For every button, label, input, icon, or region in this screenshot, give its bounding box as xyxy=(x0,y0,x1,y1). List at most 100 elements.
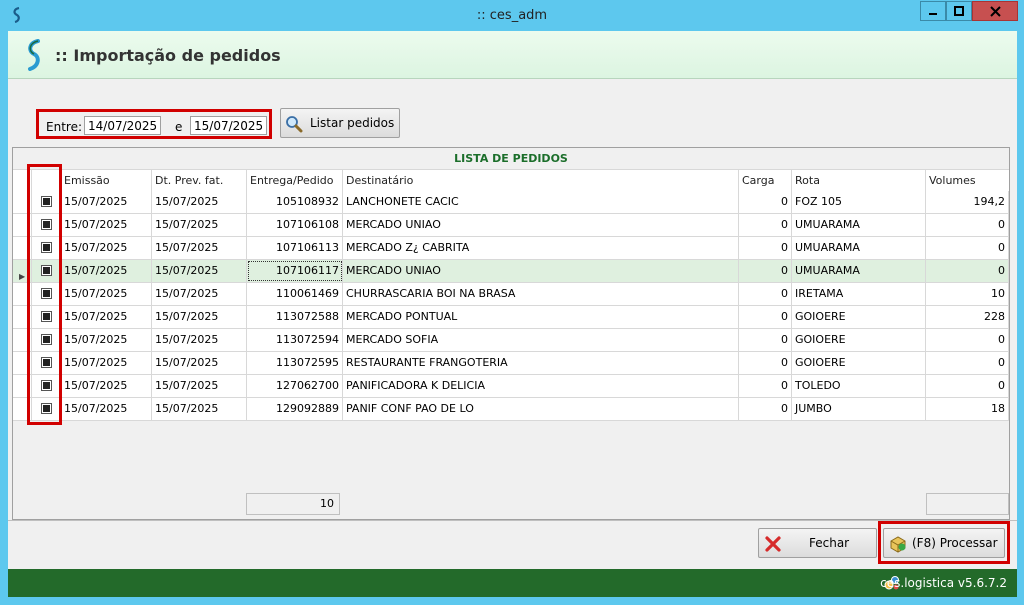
orders-grid: LISTA DE PEDIDOS Emissão Dt. Prev. fat. … xyxy=(12,147,1010,520)
cell-prev-fat: 15/07/2025 xyxy=(152,214,247,236)
maximize-icon xyxy=(954,6,964,16)
maximize-button[interactable] xyxy=(946,1,972,21)
cell-volumes: 0 xyxy=(926,375,1009,397)
cell-emissao: 15/07/2025 xyxy=(61,398,152,420)
process-button-highlight xyxy=(878,521,1010,564)
table-row[interactable]: 15/07/2025 15/07/2025 105108932 LANCHONETE … xyxy=(13,191,1009,214)
page-title: :: Importação de pedidos xyxy=(55,46,281,65)
cell-prev-fat: 15/07/2025 xyxy=(152,375,247,397)
cell-prev-fat: 15/07/2025 xyxy=(152,329,247,351)
cell-prev-fat: 15/07/2025 xyxy=(152,191,247,213)
cell-emissao: 15/07/2025 xyxy=(61,260,152,282)
cell-emissao: 15/07/2025 xyxy=(61,329,152,351)
header-emissao[interactable]: Emissão xyxy=(61,170,152,191)
cell-destinatario: LANCHONETE CACIC xyxy=(343,191,739,213)
cell-prev-fat: 15/07/2025 xyxy=(152,352,247,374)
version-label: ces.logistica v5.6.7.2 xyxy=(880,576,1007,590)
cell-carga: 0 xyxy=(739,191,792,213)
status-bar: ces.logistica v5.6.7.2 xyxy=(8,569,1017,597)
cell-rota: IRETAMA xyxy=(792,283,926,305)
cell-carga: 0 xyxy=(739,260,792,282)
red-x-icon xyxy=(765,536,781,552)
cell-volumes: 194,2 xyxy=(926,191,1009,213)
cell-carga: 0 xyxy=(739,306,792,328)
cell-emissao: 15/07/2025 xyxy=(61,283,152,305)
table-row[interactable]: 15/07/2025 15/07/2025 129092889 PANIF CONF … xyxy=(13,398,1009,421)
cell-prev-fat: 15/07/2025 xyxy=(152,260,247,282)
cell-pedido: 107106108 xyxy=(247,214,343,236)
cell-pedido: 107106113 xyxy=(247,237,343,259)
grid-title: LISTA DE PEDIDOS xyxy=(454,152,568,165)
cell-destinatario: MERCADO SOFIA xyxy=(343,329,739,351)
table-row[interactable]: 15/07/2025 15/07/2025 113072595 RESTAURANTE… xyxy=(13,352,1009,375)
date-from-label: Entre: xyxy=(46,120,82,134)
cell-rota: GOIOERE xyxy=(792,306,926,328)
cell-volumes: 0 xyxy=(926,352,1009,374)
cell-pedido: 113072594 xyxy=(247,329,343,351)
cell-rota: UMUARAMA xyxy=(792,260,926,282)
header-destinatario[interactable]: Destinatário xyxy=(343,170,739,191)
cell-pedido: 113072595 xyxy=(247,352,343,374)
table-row[interactable]: 15/07/2025 15/07/2025 127062700 PANIFICADOR… xyxy=(13,375,1009,398)
table-row[interactable]: 15/07/2025 15/07/2025 113072594 MERCADO SOF… xyxy=(13,329,1009,352)
minimize-button[interactable] xyxy=(920,1,946,21)
close-form-button[interactable]: Fechar xyxy=(758,528,877,558)
cell-emissao: 15/07/2025 xyxy=(61,237,152,259)
header-prev-fat[interactable]: Dt. Prev. fat. xyxy=(152,170,247,191)
divider xyxy=(8,520,1017,521)
date-from-input[interactable] xyxy=(84,116,161,135)
page-header: :: Importação de pedidos xyxy=(8,31,1017,79)
cell-destinatario: PANIF CONF PAO DE LO xyxy=(343,398,739,420)
date-and-label: e xyxy=(175,120,183,134)
cell-emissao: 15/07/2025 xyxy=(61,306,152,328)
cell-rota: UMUARAMA xyxy=(792,214,926,236)
grid-header: Emissão Dt. Prev. fat. Entrega/Pedido De… xyxy=(13,169,1009,192)
cell-destinatario: MERCADO PONTUAL xyxy=(343,306,739,328)
cell-rota: GOIOERE xyxy=(792,352,926,374)
table-row[interactable]: 15/07/2025 15/07/2025 107106108 MERCADO UNI… xyxy=(13,214,1009,237)
cell-volumes: 10 xyxy=(926,283,1009,305)
cell-destinatario: MERCADO UNIAO xyxy=(343,214,739,236)
list-orders-button[interactable]: Listar pedidos xyxy=(280,108,400,138)
cell-prev-fat: 15/07/2025 xyxy=(152,398,247,420)
cell-volumes: 0 xyxy=(926,260,1009,282)
total-volumes xyxy=(926,493,1009,515)
ces-logo-icon xyxy=(28,39,40,71)
header-carga[interactable]: Carga xyxy=(739,170,792,191)
close-button[interactable] xyxy=(972,1,1018,21)
window-titlebar[interactable]: :: ces_adm xyxy=(0,0,1024,30)
cell-rota: UMUARAMA xyxy=(792,237,926,259)
close-icon xyxy=(989,5,1001,17)
table-row[interactable]: 15/07/2025 15/07/2025 110061469 CHURRASCARI… xyxy=(13,283,1009,306)
cell-emissao: 15/07/2025 xyxy=(61,214,152,236)
table-row[interactable]: 15/07/2025 15/07/2025 113072588 MERCADO PON… xyxy=(13,306,1009,329)
cell-pedido: 107106117 xyxy=(247,260,343,282)
cell-volumes: 0 xyxy=(926,329,1009,351)
cell-carga: 0 xyxy=(739,352,792,374)
header-volumes[interactable]: Volumes xyxy=(926,170,1009,191)
cell-carga: 0 xyxy=(739,375,792,397)
date-to-input[interactable] xyxy=(190,116,267,135)
cell-volumes: 0 xyxy=(926,237,1009,259)
cell-carga: 0 xyxy=(739,237,792,259)
current-row-arrow-icon: ▶ xyxy=(19,272,26,281)
header-pedido[interactable]: Entrega/Pedido xyxy=(247,170,343,191)
cell-pedido: 105108932 xyxy=(247,191,343,213)
cell-prev-fat: 15/07/2025 xyxy=(152,283,247,305)
cell-emissao: 15/07/2025 xyxy=(61,352,152,374)
header-rota[interactable]: Rota xyxy=(792,170,926,191)
cell-carga: 0 xyxy=(739,329,792,351)
date-filter: Entre: e xyxy=(36,109,272,139)
window-title: :: ces_adm xyxy=(476,8,548,23)
cell-emissao: 15/07/2025 xyxy=(61,191,152,213)
window-client: :: Importação de pedidos Entre: e Listar… xyxy=(8,31,1017,597)
list-orders-label: Listar pedidos xyxy=(310,116,395,130)
cell-prev-fat: 15/07/2025 xyxy=(152,237,247,259)
table-row[interactable]: ▶ 15/07/2025 15/07/2025 107106117 MERCADO UN… xyxy=(13,260,1009,283)
checkbox-column-highlight xyxy=(27,164,62,425)
cell-volumes: 18 xyxy=(926,398,1009,420)
cell-volumes: 228 xyxy=(926,306,1009,328)
cell-volumes: 0 xyxy=(926,214,1009,236)
table-row[interactable]: 15/07/2025 15/07/2025 107106113 MERCADO Z¿ … xyxy=(13,237,1009,260)
cell-pedido: 129092889 xyxy=(247,398,343,420)
